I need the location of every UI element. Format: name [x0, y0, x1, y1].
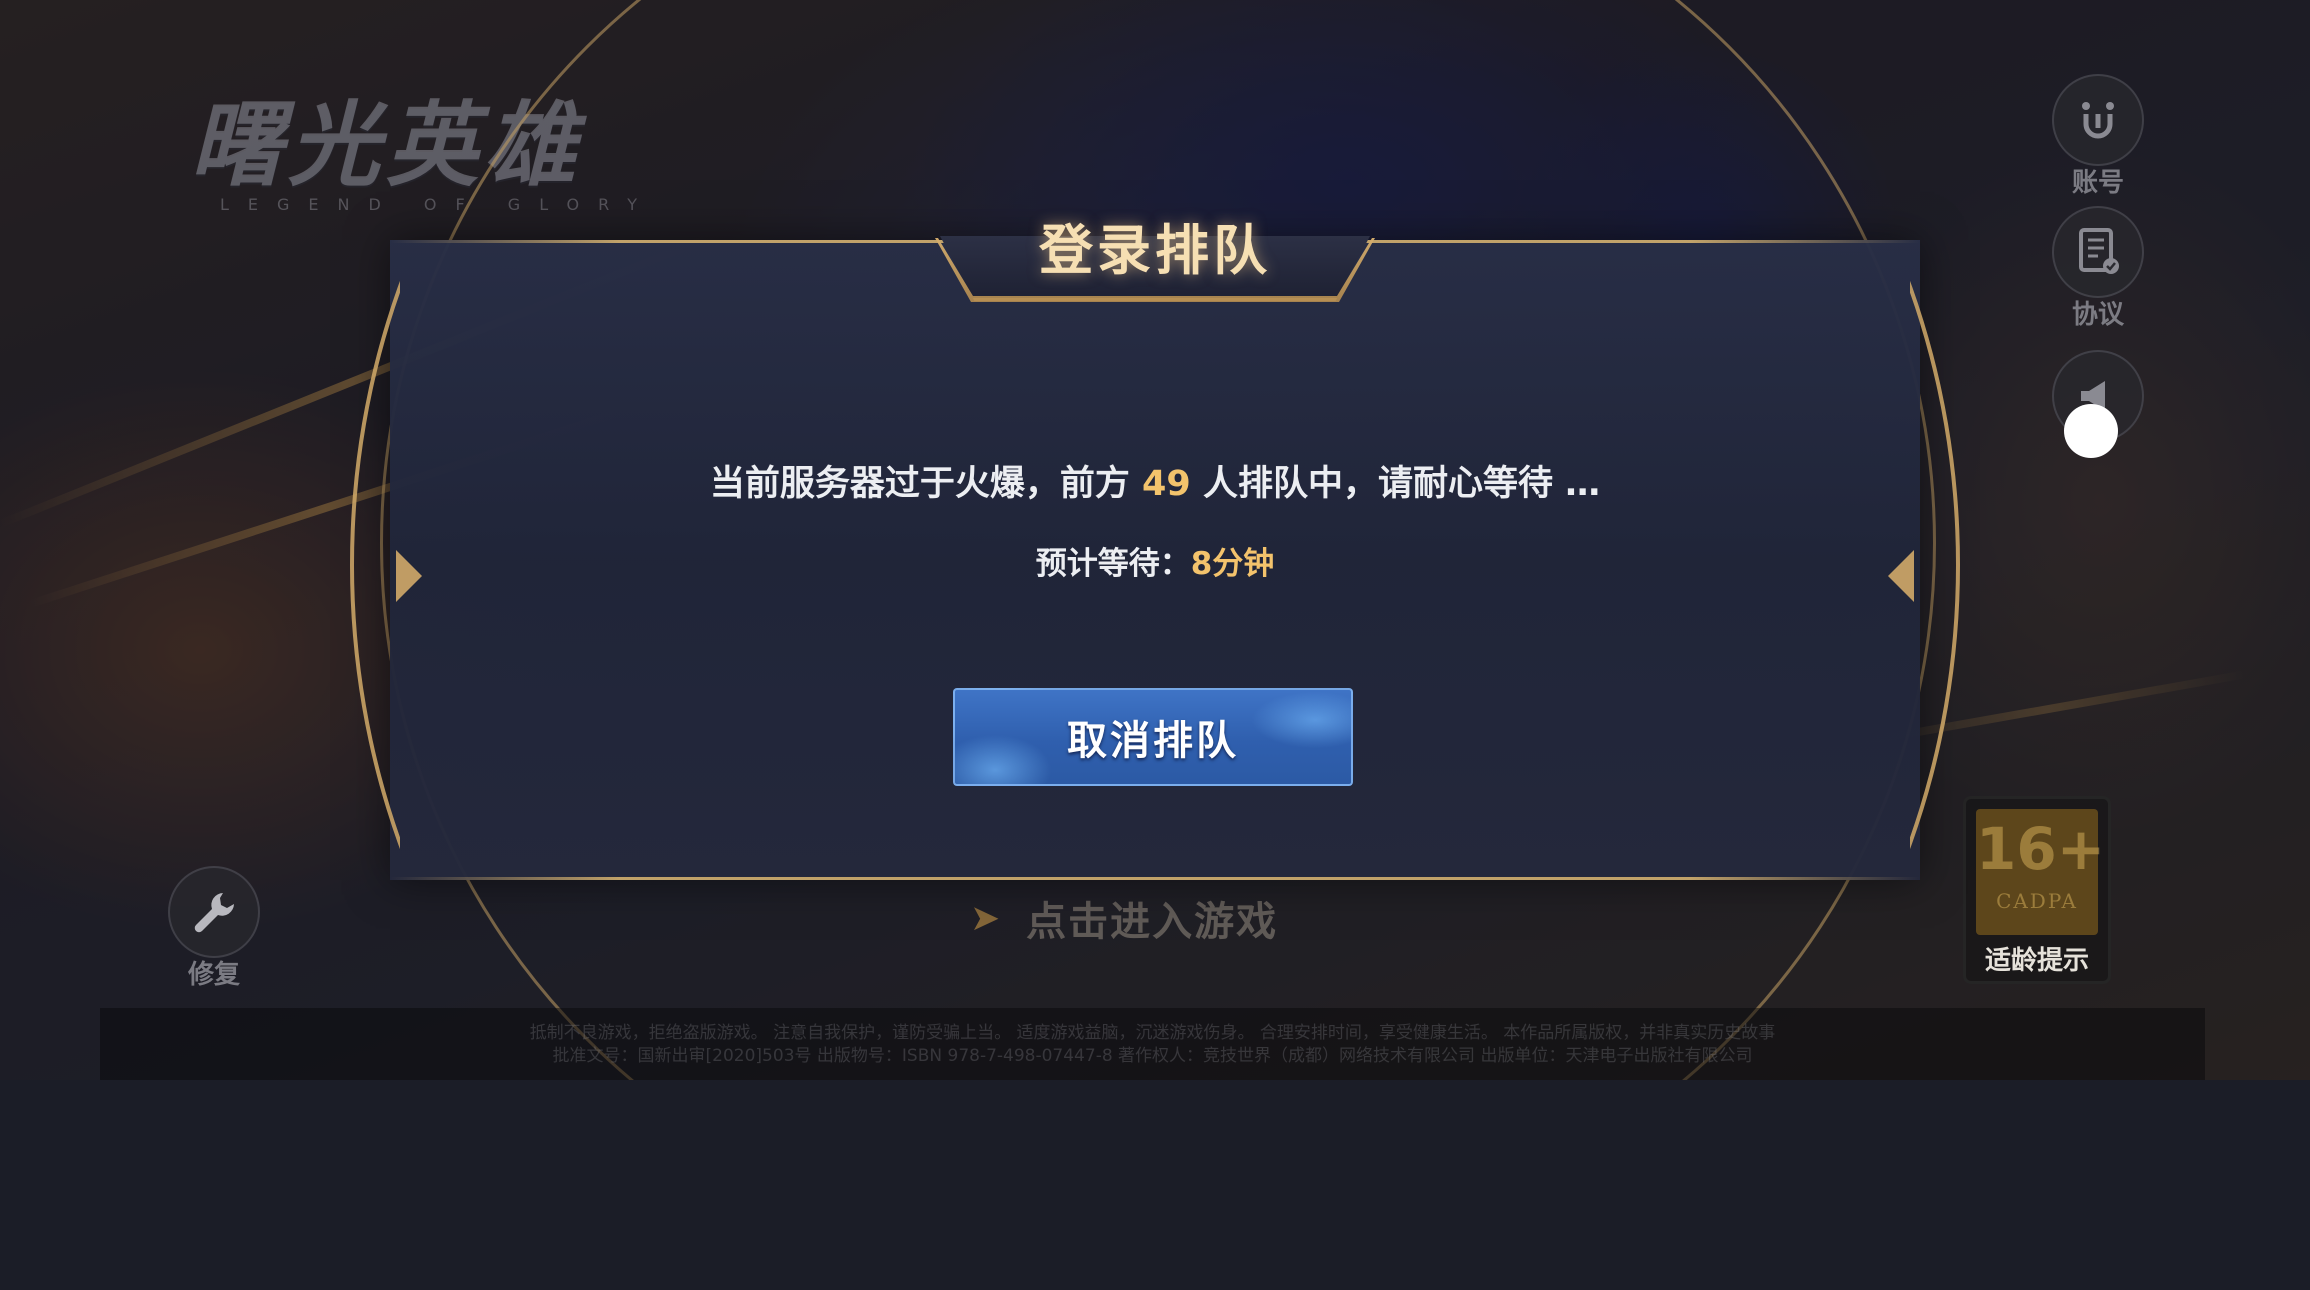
enter-game-label: 点击进入游戏 — [1026, 899, 1279, 945]
footer-line-2: 批准文号：国新出审[2020]503号 出版物号：ISBN 978-7-498-… — [552, 1046, 1753, 1066]
agreement-icon — [2052, 206, 2144, 298]
queue-message-suffix: 人排队中，请耐心等待 … — [1202, 464, 1601, 504]
cancel-queue-button[interactable]: 取消排队 — [953, 688, 1353, 786]
account-label: 账号 — [2071, 168, 2124, 198]
dialog-title: 登录排队 — [1039, 219, 1271, 282]
queue-message-prefix: 当前服务器过于火爆，前方 — [709, 464, 1130, 504]
age-rating-org: CADPA — [1996, 889, 2078, 913]
arrow-right-icon: ➤ — [970, 897, 1001, 939]
wrench-icon — [168, 866, 260, 958]
repair-button[interactable]: 修复 — [168, 866, 260, 991]
footer-line-1: 抵制不良游戏，拒绝盗版游戏。 注意自我保护，谨防受骗上当。 适度游戏益脑，沉迷游… — [529, 1023, 1776, 1043]
account-icon — [2052, 74, 2144, 166]
wait-label: 预计等待： — [1035, 546, 1191, 582]
age-rating-number: 16+ — [1976, 815, 2106, 883]
queue-message: 当前服务器过于火爆，前方 49 人排队中，请耐心等待 … — [0, 455, 2310, 506]
repair-label: 修复 — [187, 960, 240, 990]
wait-time: 8分钟 — [1190, 546, 1275, 582]
age-rating-badge[interactable]: 16+ CADPA 适龄提示 — [1963, 796, 2111, 984]
enter-game-button[interactable]: ➤ 点击进入游戏 — [970, 890, 1278, 946]
cancel-queue-label: 取消排队 — [1067, 718, 1239, 764]
legal-footer: 抵制不良游戏，拒绝盗版游戏。 注意自我保护，谨防受骗上当。 适度游戏益脑，沉迷游… — [100, 1008, 2205, 1080]
account-button[interactable]: 账号 — [2052, 74, 2144, 199]
touch-indicator-dot — [2064, 404, 2118, 458]
agreement-button[interactable]: 协议 — [2052, 206, 2144, 331]
queue-count: 49 — [1142, 464, 1191, 504]
estimated-wait: 预计等待：8分钟 — [0, 538, 2310, 583]
agreement-label: 协议 — [2071, 300, 2124, 330]
age-rating-label: 适龄提示 — [1984, 946, 2089, 976]
age-rating-plate: 16+ CADPA — [1976, 809, 2106, 935]
